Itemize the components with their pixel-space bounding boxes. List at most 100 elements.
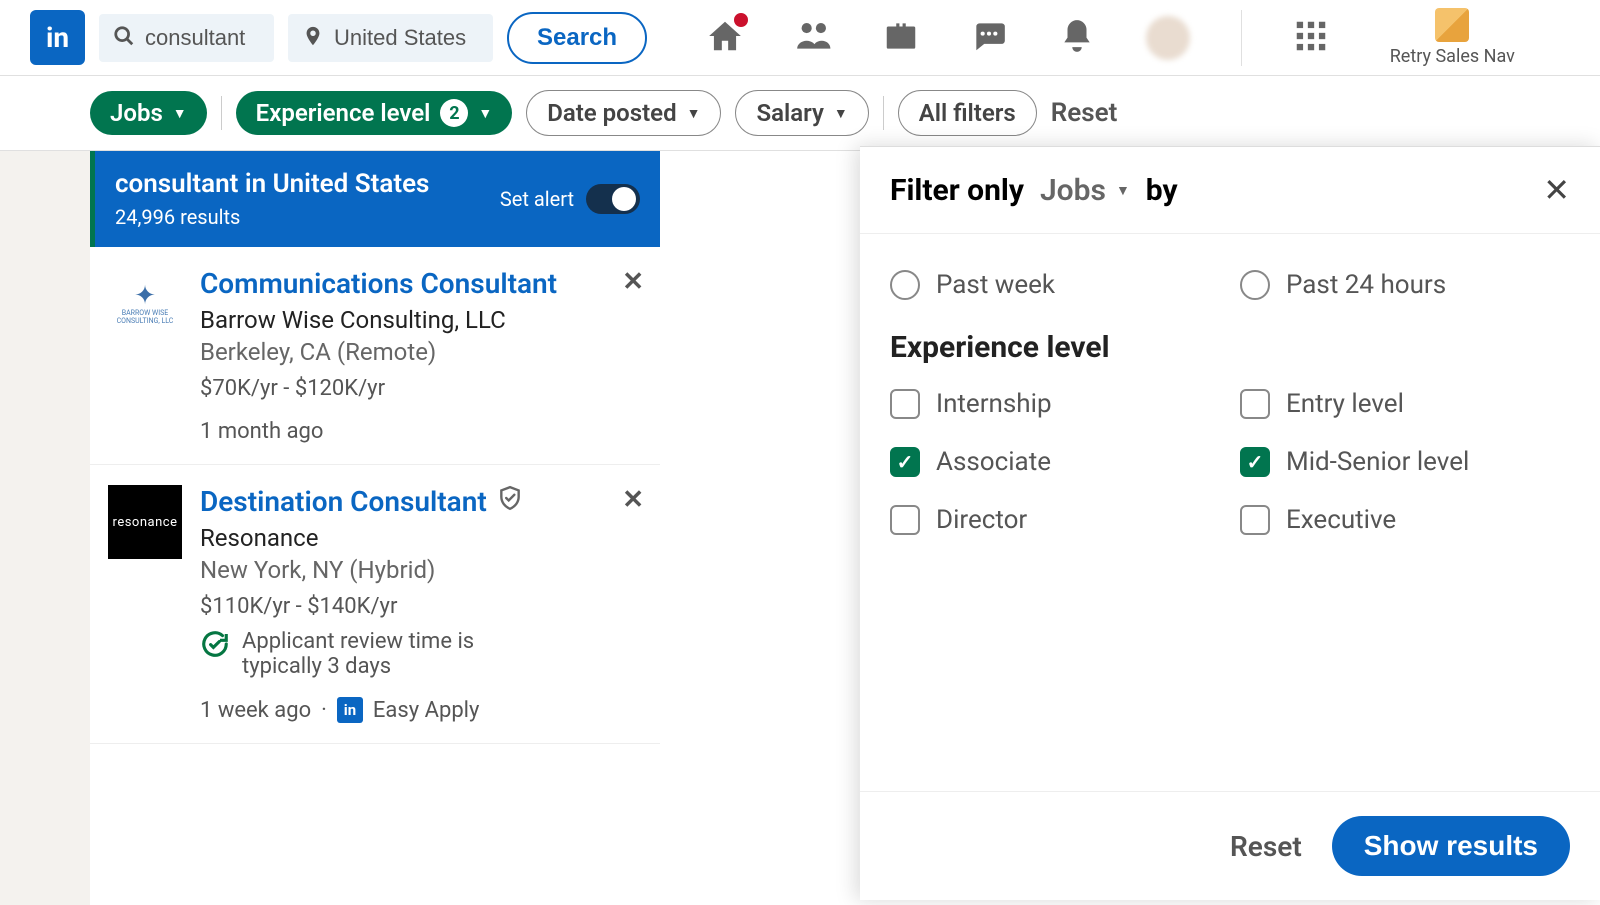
date-posted-pill[interactable]: Date posted ▼ (526, 90, 721, 136)
date-option-past-week[interactable]: Past week (890, 270, 1220, 300)
search-icon (113, 25, 135, 51)
checkbox-icon (1240, 505, 1270, 535)
checkbox-icon (1240, 447, 1270, 477)
filter-panel-header: Filter only Jobs ▼ by ✕ (860, 147, 1600, 234)
radio-label: Past 24 hours (1286, 270, 1446, 300)
chevron-down-icon: ▼ (478, 105, 492, 122)
alert-toggle[interactable] (586, 184, 640, 214)
linkedin-badge-icon: in (337, 697, 363, 723)
job-location: Berkeley, CA (Remote) (200, 338, 642, 366)
avatar[interactable] (1146, 16, 1190, 60)
chevron-down-icon: ▼ (687, 105, 701, 122)
jobs-icon[interactable] (882, 17, 920, 59)
filter-scope-dropdown[interactable]: Jobs ▼ (1040, 173, 1130, 208)
job-title[interactable]: Communications Consultant (200, 267, 642, 300)
location-search-box[interactable] (288, 14, 493, 62)
review-time-icon (200, 629, 230, 665)
job-location: New York, NY (Hybrid) (200, 556, 642, 584)
sales-nav-icon (1435, 8, 1469, 42)
location-input[interactable] (334, 25, 479, 51)
left-gutter (0, 151, 90, 905)
retry-sales-nav[interactable]: Retry Sales Nav (1380, 8, 1525, 67)
by-label: by (1146, 173, 1178, 208)
review-time-text: Applicant review time is typically 3 day… (242, 629, 552, 679)
date-option-past-24-hours[interactable]: Past 24 hours (1240, 270, 1570, 300)
linkedin-logo[interactable]: in (30, 10, 85, 65)
show-results-button[interactable]: Show results (1332, 816, 1570, 876)
checkbox-label: Executive (1286, 505, 1396, 535)
all-filters-button[interactable]: All filters (898, 90, 1037, 136)
filter-panel-body: Past week Past 24 hours Experience level… (860, 234, 1600, 791)
job-title[interactable]: Destination Consultant (200, 485, 642, 518)
job-posted-time: 1 month ago (200, 419, 323, 444)
experience-count-badge: 2 (440, 99, 468, 127)
experience-pill-label: Experience level (256, 99, 431, 127)
checkbox-label: Director (936, 505, 1027, 535)
experience-filter-pill[interactable]: Experience level 2 ▼ (236, 91, 513, 135)
reset-filters-link[interactable]: Reset (1051, 98, 1118, 128)
close-panel-button[interactable]: ✕ (1543, 171, 1570, 209)
radio-icon (1240, 270, 1270, 300)
checkbox-label: Entry level (1286, 389, 1404, 419)
easy-apply-label: Easy Apply (373, 698, 480, 723)
checkbox-icon (1240, 389, 1270, 419)
location-pin-icon (302, 23, 324, 53)
checkbox-icon (890, 389, 920, 419)
network-icon[interactable] (794, 17, 832, 59)
top-nav: in Search (0, 0, 1600, 76)
keyword-search-box[interactable] (99, 14, 274, 62)
filter-panel-footer: Reset Show results (860, 791, 1600, 900)
results-header: consultant in United States 24,996 resul… (90, 151, 660, 247)
notifications-icon[interactable] (1058, 17, 1096, 59)
filter-panel: Filter only Jobs ▼ by ✕ Past week Past 2… (860, 146, 1600, 900)
results-title: consultant in United States (115, 169, 429, 199)
checkbox-icon (890, 447, 920, 477)
job-card[interactable]: resonance Destination Consultant Resonan… (90, 465, 660, 744)
exp-option-internship[interactable]: Internship (890, 389, 1220, 419)
retry-sales-label: Retry Sales Nav (1390, 46, 1515, 67)
divider (1241, 10, 1242, 66)
search-button[interactable]: Search (507, 12, 647, 64)
exp-option-director[interactable]: Director (890, 505, 1220, 535)
salary-label: Salary (756, 99, 823, 127)
exp-option-entry-level[interactable]: Entry level (1240, 389, 1570, 419)
radio-label: Past week (936, 270, 1055, 300)
checkbox-label: Associate (936, 447, 1051, 477)
chevron-down-icon: ▼ (834, 105, 848, 122)
job-company: Resonance (200, 524, 642, 552)
exp-option-associate[interactable]: Associate (890, 447, 1220, 477)
job-posted-time: 1 week ago (200, 698, 311, 723)
filter-only-label: Filter only (890, 173, 1024, 208)
dismiss-job-button[interactable]: ✕ (622, 485, 644, 515)
job-salary: $110K/yr - $140K/yr (200, 594, 642, 619)
job-company: Barrow Wise Consulting, LLC (200, 306, 642, 334)
search-input[interactable] (145, 25, 260, 51)
results-count: 24,996 results (115, 205, 429, 229)
salary-pill[interactable]: Salary ▼ (735, 90, 868, 136)
results-column: consultant in United States 24,996 resul… (90, 151, 660, 905)
chevron-down-icon: ▼ (1116, 182, 1130, 199)
exp-option-executive[interactable]: Executive (1240, 505, 1570, 535)
company-logo: resonance (108, 485, 182, 559)
apps-grid-icon[interactable] (1292, 17, 1330, 59)
date-posted-label: Date posted (547, 99, 676, 127)
home-icon[interactable] (706, 17, 744, 59)
filter-bar: Jobs ▼ Experience level 2 ▼ Date posted … (0, 76, 1600, 151)
dismiss-job-button[interactable]: ✕ (622, 267, 644, 297)
job-salary: $70K/yr - $120K/yr (200, 376, 642, 401)
notification-badge (732, 11, 750, 29)
exp-option-mid-senior[interactable]: Mid-Senior level (1240, 447, 1570, 477)
divider (883, 96, 884, 130)
job-card[interactable]: ✦ BARROW WISE CONSULTING, LLC Communicat… (90, 247, 660, 465)
divider (221, 96, 222, 130)
panel-reset-button[interactable]: Reset (1230, 830, 1302, 863)
messaging-icon[interactable] (970, 17, 1008, 59)
separator: · (321, 698, 327, 723)
radio-icon (890, 270, 920, 300)
jobs-filter-pill[interactable]: Jobs ▼ (90, 91, 207, 135)
checkbox-icon (890, 505, 920, 535)
experience-section-title: Experience level (890, 330, 1570, 365)
checkbox-label: Internship (936, 389, 1052, 419)
jobs-pill-label: Jobs (110, 99, 163, 127)
checkbox-label: Mid-Senior level (1286, 447, 1469, 477)
